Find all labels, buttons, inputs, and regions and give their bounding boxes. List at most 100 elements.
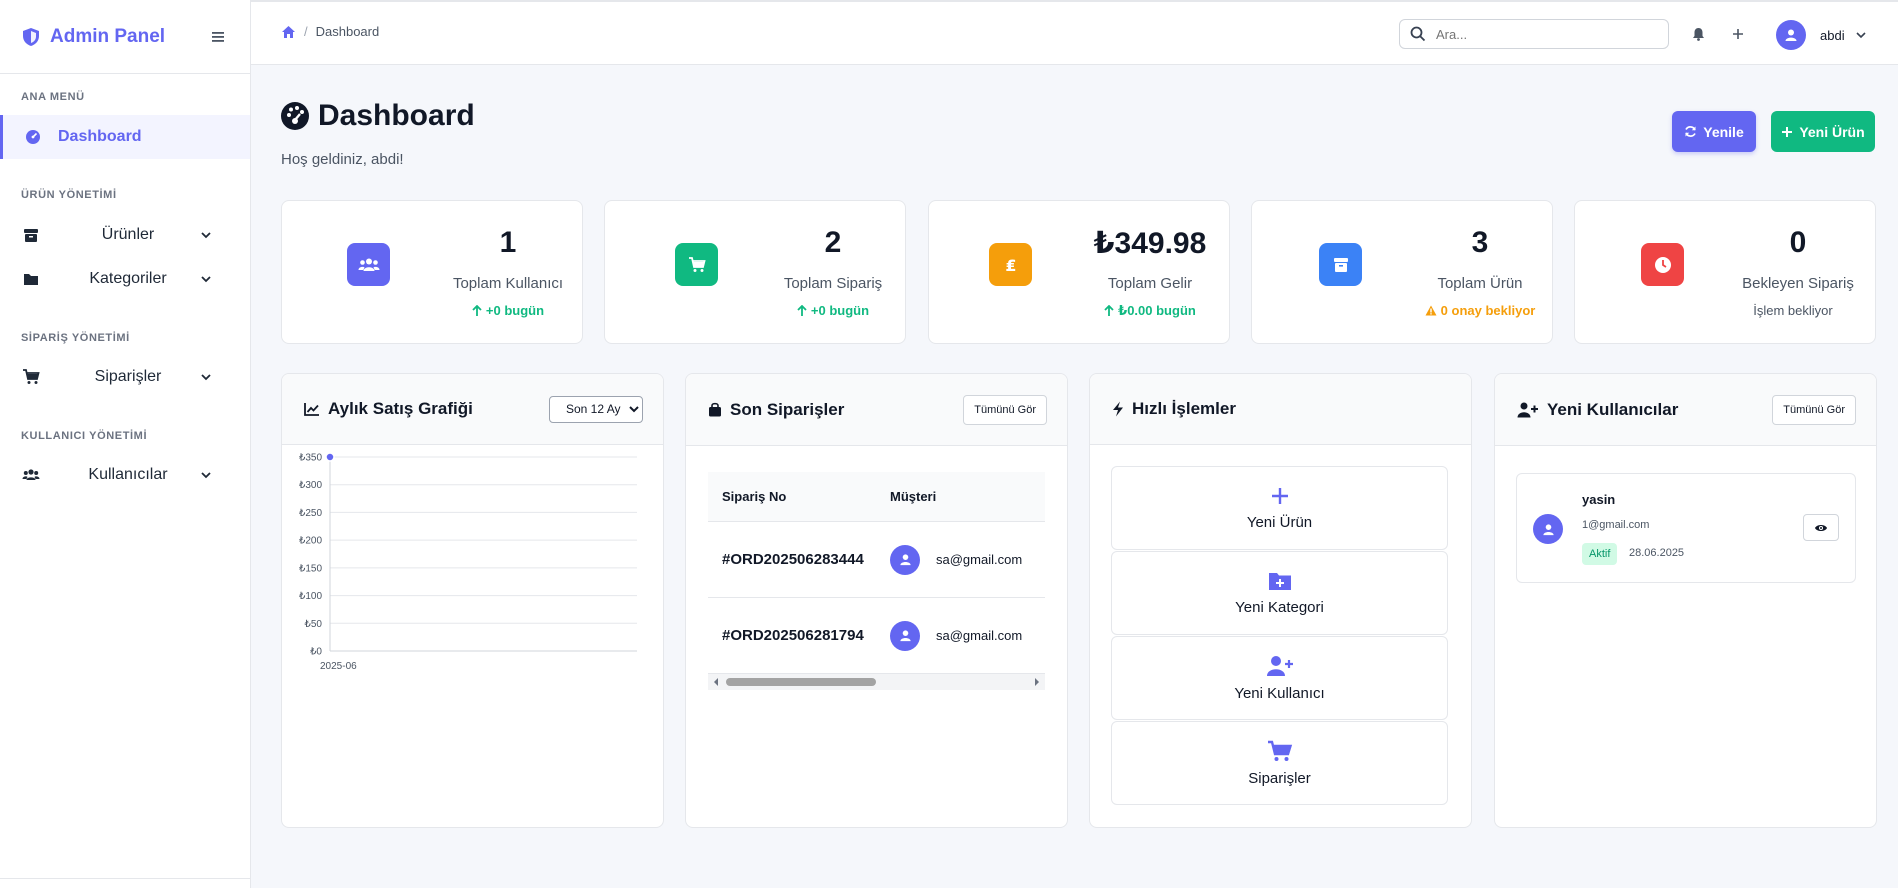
- sidebar-item-orders[interactable]: Siparişler: [0, 355, 250, 399]
- column-customer: Müşteri: [890, 489, 937, 504]
- panel-title: Hızlı İşlemler: [1112, 399, 1451, 419]
- search-box[interactable]: [1399, 19, 1669, 49]
- cart-icon: [688, 257, 706, 272]
- quick-actions-panel: Hızlı İşlemler Yeni Ürün Yeni Kategori Y…: [1089, 373, 1472, 828]
- order-number: #ORD202506283444: [722, 551, 864, 568]
- user-icon: [899, 630, 911, 642]
- cart-icon: [23, 369, 40, 384]
- sidebar-item-products[interactable]: Ürünler: [0, 213, 250, 257]
- clock-icon: [1654, 256, 1671, 273]
- scrollbar-thumb[interactable]: [726, 678, 876, 686]
- stat-sub: ₺0.00 bugün: [1075, 303, 1225, 319]
- arrow-up-icon: [1104, 305, 1114, 316]
- avatar: [890, 544, 920, 575]
- quick-action-new-user[interactable]: Yeni Kullanıcı: [1111, 636, 1448, 720]
- sales-chart-panel: Aylık Satış Grafiği Son 12 Ay ₺0 ₺50 ₺100 ₺…: [281, 373, 664, 828]
- sidebar-item-label: Kategoriler: [89, 270, 167, 287]
- stat-icon-bg: [675, 243, 718, 286]
- gauge-icon: [281, 102, 309, 130]
- chevron-down-icon: [201, 232, 211, 239]
- avatar: [1776, 20, 1806, 50]
- page-title: Dashboard: [280, 99, 475, 133]
- home-icon[interactable]: [281, 25, 296, 39]
- refresh-icon: [1685, 126, 1697, 137]
- panel-title-text: Aylık Satış Grafiği: [328, 399, 473, 418]
- stat-sub: +0 bugün: [448, 303, 568, 318]
- nav-section-users: KULLANICI YÖNETİMİ: [21, 430, 148, 442]
- panel-header: Yeni Kullanıcılar Tümünü Gör: [1495, 374, 1876, 446]
- stat-sub: İşlem bekliyor: [1735, 303, 1851, 318]
- new-product-button[interactable]: Yeni Ürün: [1771, 111, 1875, 152]
- eye-icon: [1815, 524, 1827, 531]
- warning-icon: [1425, 305, 1437, 316]
- user-plus-icon: [1517, 402, 1538, 417]
- new-users-panel: Yeni Kullanıcılar Tümünü Gör yasin 1@gma…: [1494, 373, 1877, 828]
- data-point: [325, 452, 335, 462]
- stat-card-orders: 2 Toplam Sipariş +0 bugün: [604, 200, 906, 344]
- stat-label: Toplam Gelir: [1107, 275, 1193, 292]
- panel-header: Aylık Satış Grafiği Son 12 Ay: [282, 374, 663, 445]
- stat-icon-bg: [1319, 243, 1362, 286]
- sidebar-item-users[interactable]: Kullanıcılar: [0, 453, 250, 497]
- y-tick-label: ₺300: [299, 480, 322, 491]
- stat-value: ₺349.98: [1093, 227, 1207, 260]
- quick-action-label: Yeni Kullanıcı: [1234, 684, 1325, 702]
- bell-icon[interactable]: [1688, 24, 1708, 44]
- breadcrumb-separator: /: [304, 24, 308, 39]
- panel-title: Son Siparişler: [708, 400, 963, 420]
- user-menu[interactable]: abdi: [1776, 20, 1867, 50]
- search-input[interactable]: [1436, 26, 1656, 42]
- users-icon: [22, 469, 40, 480]
- nav-section-products: ÜRÜN YÖNETİMİ: [21, 189, 117, 201]
- table-row[interactable]: #ORD202506281794 sa@gmail.com: [708, 598, 1045, 674]
- user-name: yasin: [1582, 492, 1616, 507]
- stat-card-products: 3 Toplam Ürün 0 onay bekliyor: [1251, 200, 1553, 344]
- table-row[interactable]: #ORD202506283444 sa@gmail.com: [708, 522, 1045, 598]
- view-user-button[interactable]: [1803, 514, 1839, 541]
- sidebar-footer: [0, 878, 250, 888]
- customer-cell: sa@gmail.com: [890, 620, 1045, 651]
- folder-icon: [24, 274, 38, 285]
- horizontal-scrollbar[interactable]: [708, 674, 1045, 690]
- range-select[interactable]: Son 12 Ay: [549, 395, 643, 423]
- view-all-orders-button[interactable]: Tümünü Gör: [963, 394, 1047, 425]
- user-email: 1@gmail.com: [1582, 519, 1650, 531]
- stat-sub-text: +0 bugün: [810, 303, 870, 318]
- breadcrumb-current: Dashboard: [315, 24, 380, 39]
- nav-section-orders: SİPARİŞ YÖNETİMİ: [21, 332, 130, 344]
- lira-icon: ₤: [1005, 256, 1016, 274]
- sidebar-item-dashboard[interactable]: Dashboard: [0, 115, 250, 159]
- arrow-up-icon: [797, 304, 807, 316]
- refresh-button[interactable]: Yenile: [1672, 111, 1756, 152]
- quick-action-label: Yeni Ürün: [1246, 513, 1313, 531]
- scroll-left-icon[interactable]: [712, 677, 720, 687]
- svg-text:₤: ₤: [1005, 256, 1016, 274]
- menu-toggle-icon[interactable]: [206, 25, 230, 49]
- stat-sub: +0 bugün: [765, 303, 901, 318]
- stat-value: 3: [1471, 226, 1489, 259]
- stat-icon-bg: [1641, 243, 1684, 286]
- brand: Admin Panel: [0, 0, 250, 74]
- customer-cell: sa@gmail.com: [890, 544, 1045, 575]
- stat-value: 2: [824, 226, 842, 259]
- stat-sub-text: İşlem bekliyor: [1753, 303, 1833, 318]
- orders-table: Sipariş No Müşteri #ORD202506283444 sa@g…: [708, 472, 1045, 674]
- stat-icon-bg: [347, 243, 390, 286]
- panel-header: Hızlı İşlemler: [1090, 374, 1471, 445]
- status-badge: Aktif: [1582, 543, 1618, 565]
- stat-value: 0: [1789, 226, 1807, 259]
- y-tick-label: ₺350: [299, 453, 322, 464]
- quick-action-new-category[interactable]: Yeni Kategori: [1111, 551, 1448, 635]
- quick-action-new-product[interactable]: Yeni Ürün: [1111, 466, 1448, 550]
- sidebar-item-categories[interactable]: Kategoriler: [0, 257, 250, 301]
- y-tick-label: ₺250: [299, 508, 322, 519]
- quick-action-orders[interactable]: Siparişler: [1111, 721, 1448, 805]
- chart-line-icon: [304, 403, 319, 416]
- plus-icon[interactable]: [1728, 24, 1748, 44]
- view-all-users-button[interactable]: Tümünü Gör: [1772, 394, 1856, 425]
- shield-icon: [23, 27, 39, 46]
- stat-sub-text: 0 onay bekliyor: [1440, 303, 1536, 318]
- sales-chart: ₺0 ₺50 ₺100 ₺150 ₺200 ₺250 ₺300 ₺350 2025-06: [299, 452, 637, 672]
- avatar: [1533, 514, 1563, 544]
- scroll-right-icon[interactable]: [1033, 677, 1041, 687]
